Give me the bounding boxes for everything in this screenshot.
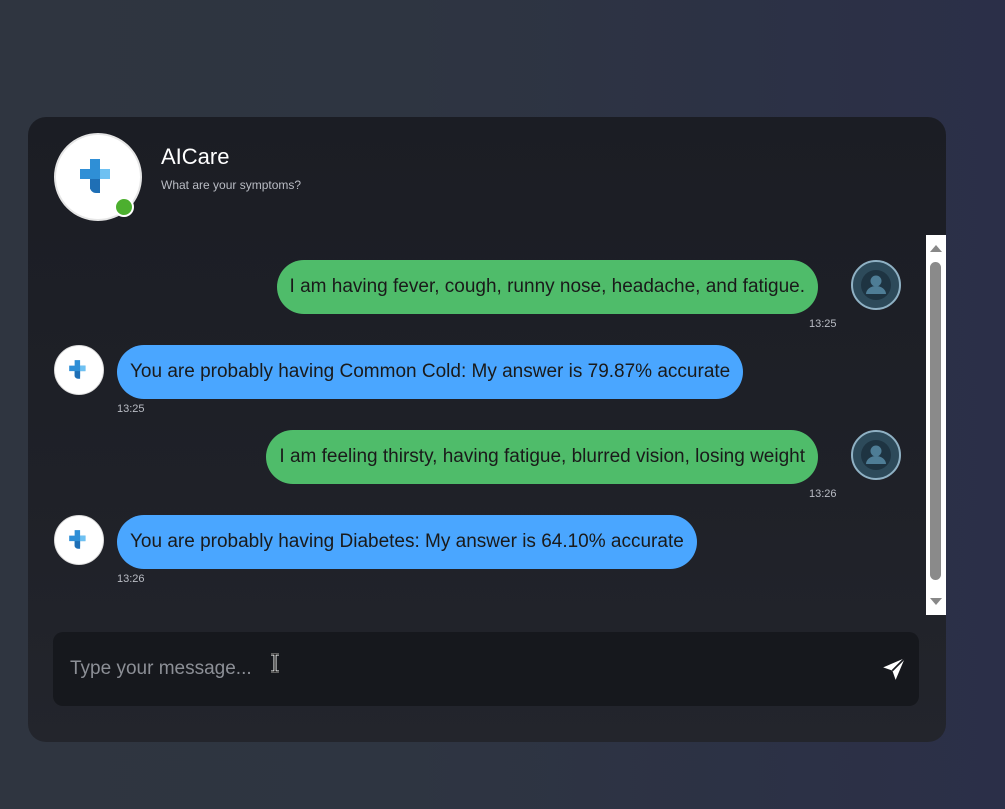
message-scrollbar[interactable] <box>926 235 946 615</box>
user-message-bubble: I am feeling thirsty, having fatigue, bl… <box>266 430 818 484</box>
send-icon <box>883 657 906 680</box>
user-message-bubble: I am having fever, cough, runny nose, he… <box>276 260 818 314</box>
message-time: 13:26 <box>809 488 837 500</box>
user-icon <box>861 440 891 470</box>
user-avatar <box>851 260 901 310</box>
bot-message-bubble: You are probably having Common Cold: My … <box>117 345 744 399</box>
medical-cross-icon <box>69 360 86 379</box>
text-cursor-icon <box>271 653 279 673</box>
message-text: You are probably having Diabetes: My ans… <box>130 531 684 552</box>
online-status-dot <box>114 197 134 217</box>
message-text: You are probably having Common Cold: My … <box>130 361 731 382</box>
scroll-up-arrow-icon[interactable] <box>930 245 942 252</box>
chat-subtitle: What are your symptoms? <box>161 178 302 192</box>
message-input[interactable] <box>53 632 853 706</box>
chat-window: AICare What are your symptoms? I am havi… <box>28 117 946 742</box>
user-icon <box>861 270 891 300</box>
message-composer <box>53 632 919 706</box>
scroll-down-arrow-icon[interactable] <box>930 598 942 605</box>
send-button[interactable] <box>881 656 907 682</box>
message-text: I am feeling thirsty, having fatigue, bl… <box>279 446 805 467</box>
message-time: 13:25 <box>117 403 145 415</box>
message-text: I am having fever, cough, runny nose, he… <box>289 276 805 297</box>
message-time: 13:26 <box>117 573 145 585</box>
scrollbar-thumb[interactable] <box>930 262 941 580</box>
bot-avatar <box>54 345 104 395</box>
user-avatar <box>851 430 901 480</box>
bot-avatar <box>54 515 104 565</box>
medical-cross-icon <box>69 530 86 549</box>
chat-title: AICare <box>161 144 230 169</box>
medical-cross-icon <box>80 159 110 193</box>
message-list: I am having fever, cough, runny nose, he… <box>28 235 926 615</box>
message-time: 13:25 <box>809 318 837 330</box>
bot-message-bubble: You are probably having Diabetes: My ans… <box>117 515 697 569</box>
